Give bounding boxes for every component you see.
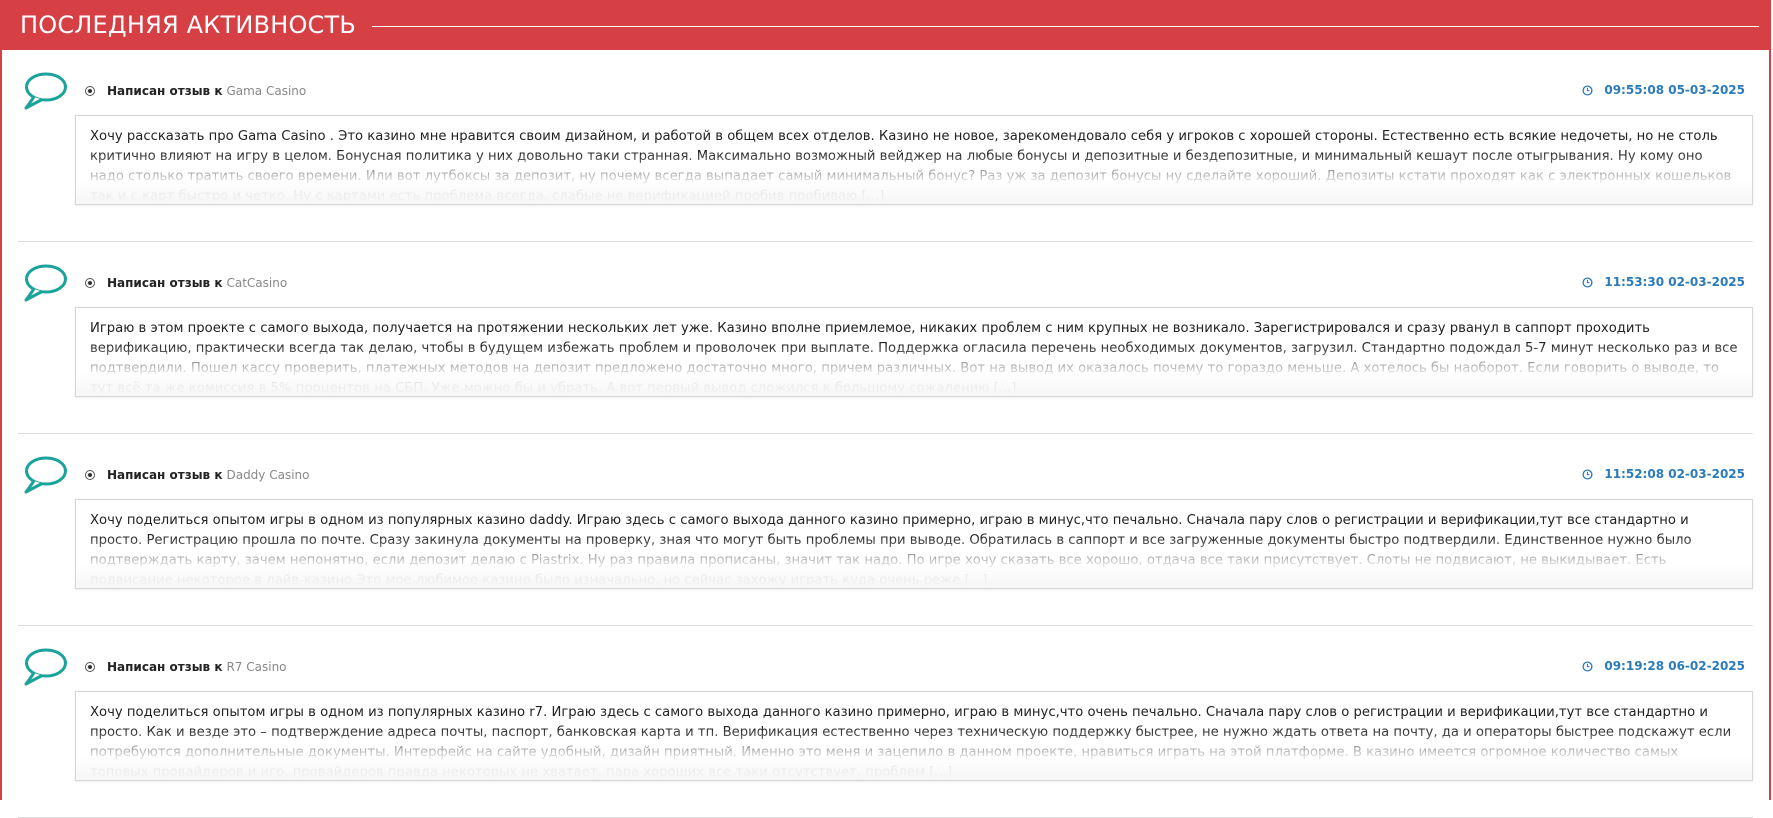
activity-label: Написан отзыв к [107,660,223,674]
activity-meta: Написан отзыв к Daddy Casino [85,468,309,482]
radio-icon [85,470,95,480]
casino-link[interactable]: Gama Casino [226,84,306,98]
review-text: Играю в этом проекте с самого выхода, по… [90,321,1738,396]
activity-meta: Написан отзыв к Gama Casino [85,84,306,98]
activity-meta: Написан отзыв к R7 Casino [85,660,287,674]
review-excerpt[interactable]: Хочу поделиться опытом игры в одном из п… [75,499,1753,589]
page-title: ПОСЛЕДНЯЯ АКТИВНОСТЬ [20,11,357,39]
activity-timestamp: 11:53:30 02-03-2025 [1582,275,1745,289]
casino-link[interactable]: CatCasino [226,276,287,290]
activity-feed: Написан отзыв к Gama Casino 09:55:08 05-… [2,50,1769,818]
timestamp-text: 09:19:28 06-02-2025 [1604,659,1745,673]
activity-label: Написан отзыв к [107,84,223,98]
panel-header: ПОСЛЕДНЯЯ АКТИВНОСТЬ [2,0,1769,50]
clock-icon [1582,660,1593,672]
activity-item: Написан отзыв к Daddy Casino 11:52:08 02… [2,434,1769,626]
speech-bubble-icon [24,72,67,110]
casino-link[interactable]: R7 Casino [226,660,286,674]
radio-icon [85,662,95,672]
review-text: Хочу рассказать про Gama Casino . Это ка… [90,129,1732,204]
timestamp-text: 11:52:08 02-03-2025 [1604,467,1745,481]
activity-timestamp: 09:19:28 06-02-2025 [1582,659,1745,673]
timestamp-text: 09:55:08 05-03-2025 [1604,83,1745,97]
review-excerpt[interactable]: Хочу поделиться опытом игры в одном из п… [75,691,1753,781]
review-text: Хочу поделиться опытом игры в одном из п… [90,513,1692,588]
activity-label: Написан отзыв к [107,276,223,290]
review-excerpt[interactable]: Хочу рассказать про Gama Casino . Это ка… [75,115,1753,205]
activity-item: Написан отзыв к Gama Casino 09:55:08 05-… [2,50,1769,242]
clock-icon [1582,468,1593,480]
review-text: Хочу поделиться опытом игры в одном из п… [90,705,1732,780]
speech-bubble-icon [24,648,67,686]
activity-label: Написан отзыв к [107,468,223,482]
clock-icon [1582,276,1593,288]
review-excerpt[interactable]: Играю в этом проекте с самого выхода, по… [75,307,1753,397]
radio-icon [85,278,95,288]
header-divider [372,25,1759,27]
speech-bubble-icon [24,264,67,302]
speech-bubble-icon [24,456,67,494]
timestamp-text: 11:53:30 02-03-2025 [1604,275,1745,289]
radio-icon [85,86,95,96]
activity-meta: Написан отзыв к CatCasino [85,276,287,290]
activity-timestamp: 11:52:08 02-03-2025 [1582,467,1745,481]
casino-link[interactable]: Daddy Casino [226,468,309,482]
clock-icon [1582,84,1593,96]
activity-panel: ПОСЛЕДНЯЯ АКТИВНОСТЬ Написан отзыв к Gam… [0,0,1771,818]
activity-timestamp: 09:55:08 05-03-2025 [1582,83,1745,97]
activity-item: Написан отзыв к CatCasino 11:53:30 02-03… [2,242,1769,434]
activity-item: Написан отзыв к R7 Casino 09:19:28 06-02… [2,626,1769,818]
